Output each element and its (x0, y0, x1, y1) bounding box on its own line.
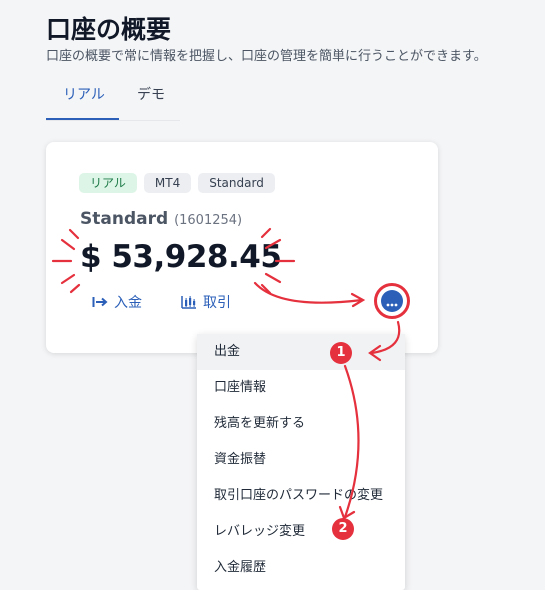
badge-account-type: Standard (198, 173, 275, 193)
page-subtitle: 口座の概要で常に情報を把握し、口座の管理を簡単に行うことができます。 (46, 49, 487, 64)
menu-item-withdraw[interactable]: 出金 (197, 334, 405, 370)
account-name: Standard (1601254) (80, 209, 242, 229)
ellipsis-icon (386, 292, 398, 311)
account-name-label: Standard (80, 209, 169, 229)
active-tab-indicator (46, 118, 119, 120)
menu-item-refresh-balance[interactable]: 残高を更新する (197, 406, 405, 442)
trade-button[interactable]: 取引 (181, 292, 231, 312)
menu-item-fund-transfer[interactable]: 資金振替 (197, 442, 405, 478)
step-marker-2: 2 (332, 518, 354, 540)
candlestick-chart-icon (181, 295, 197, 309)
badge-platform: MT4 (143, 173, 192, 193)
tab-demo[interactable]: デモ (137, 84, 165, 104)
tab-real[interactable]: リアル (63, 84, 105, 104)
trade-label: 取引 (203, 295, 231, 311)
badge-real: リアル (79, 173, 137, 193)
deposit-button[interactable]: 入金 (92, 292, 142, 312)
page-title: 口座の概要 (46, 15, 172, 44)
account-badges: リアル MT4 Standard (79, 173, 275, 193)
step-marker-1: 1 (330, 342, 352, 364)
account-card: リアル MT4 Standard Standard (1601254) $ 53… (46, 142, 438, 353)
login-arrow-icon (92, 296, 108, 308)
menu-item-deposit-history[interactable]: 入金履歴 (197, 550, 405, 586)
menu-item-change-password[interactable]: 取引口座のパスワードの変更 (197, 478, 405, 514)
menu-item-account-info[interactable]: 口座情報 (197, 370, 405, 406)
more-options-button[interactable] (381, 290, 403, 312)
account-id: (1601254) (174, 213, 243, 228)
account-options-menu: 出金 口座情報 残高を更新する 資金振替 取引口座のパスワードの変更 レバレッジ… (197, 334, 405, 590)
account-balance: $ 53,928.45 (80, 239, 282, 275)
deposit-label: 入金 (114, 295, 142, 311)
account-type-tabs: リアル デモ (46, 80, 180, 121)
menu-item-change-leverage[interactable]: レバレッジ変更 (197, 514, 405, 550)
